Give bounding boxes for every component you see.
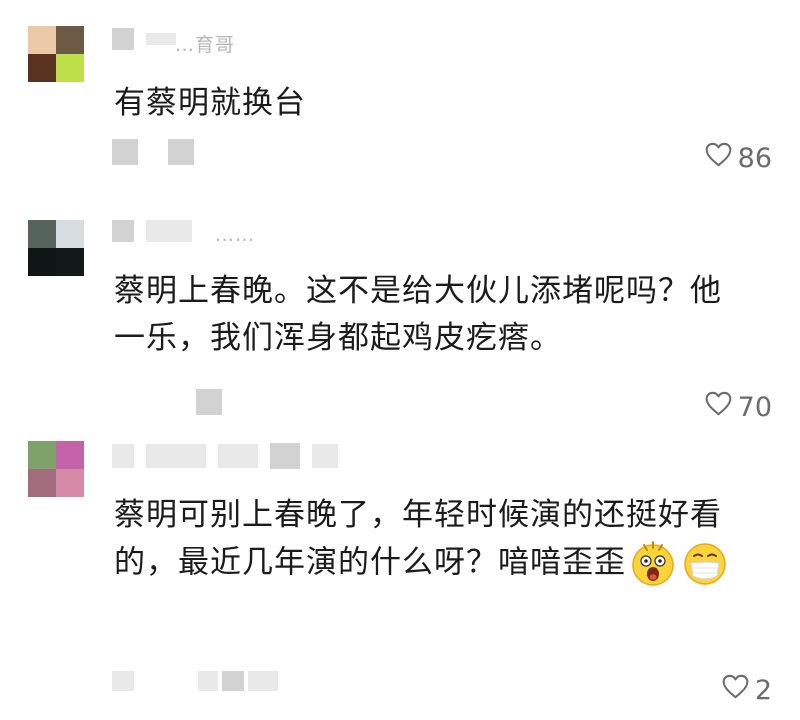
like-count: 2 [754,674,772,706]
avatar[interactable] [28,441,84,497]
heart-outline-icon [722,674,749,706]
shocked-emoji-icon [628,539,678,589]
username-redacted[interactable] [112,443,338,469]
comment-item: 蔡明可别上春晚了，年轻时候演的还挺好看的，最近几年演的什么呀？喑喑歪歪 2 [0,0,800,720]
like-button[interactable]: 2 [722,674,772,706]
comment-meta-redacted [112,671,278,691]
masked-emoji-icon [680,539,730,589]
comment-text: 蔡明可别上春晚了，年轻时候演的还挺好看的，最近几年演的什么呀？喑喑歪歪 [114,492,769,589]
